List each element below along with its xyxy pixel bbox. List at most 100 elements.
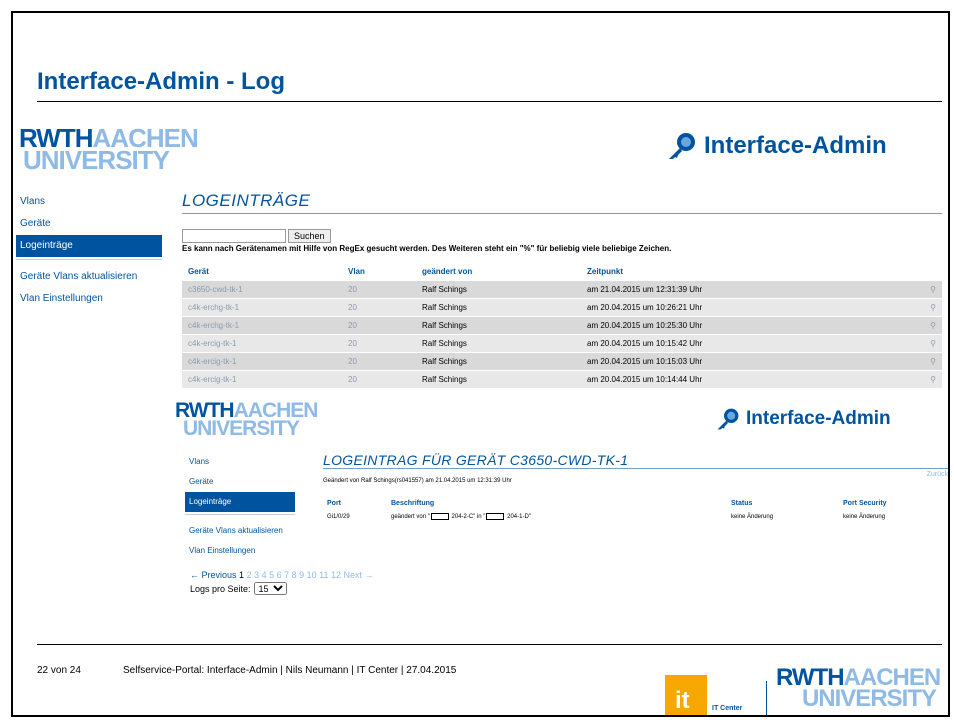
column-header-status: Status bbox=[731, 500, 753, 507]
zoom-icon[interactable]: ⚲ bbox=[912, 370, 942, 389]
slide-title: Interface-Admin - Log bbox=[37, 68, 286, 95]
rwth-logo: RWTHAACHEN UNIVERSITY bbox=[776, 664, 941, 712]
cell-geraet[interactable]: c4k-ercig-tk-1 bbox=[182, 334, 342, 353]
cell-geaendert-von: Ralf Schings bbox=[416, 316, 581, 335]
detail-heading: LOGEINTRAG FÜR GERÄT C3650-CWD-TK-1 bbox=[323, 452, 629, 468]
search-button[interactable]: Suchen bbox=[288, 229, 331, 243]
cell-zeitpunkt: am 21.04.2015 um 12:31:39 Uhr bbox=[581, 280, 912, 299]
cell-geraet[interactable]: c3650-cwd-tk-1 bbox=[182, 280, 342, 299]
redaction-box bbox=[486, 513, 505, 520]
cell-vlan: 20 bbox=[342, 370, 416, 389]
footer-rule bbox=[37, 644, 942, 645]
redaction-box bbox=[430, 513, 449, 520]
rwth-logo: RWTHAACHEN UNIVERSITY bbox=[175, 399, 318, 441]
cell-port-security: keine Änderung bbox=[843, 513, 886, 520]
app-header: Interface-Admin bbox=[666, 131, 887, 161]
heading-rule bbox=[182, 213, 942, 214]
sidebar: Vlans Geräte Logeinträge Geräte Vlans ak… bbox=[185, 452, 295, 561]
column-header-zoom bbox=[912, 263, 942, 281]
column-header-vlan[interactable]: Vlan bbox=[342, 263, 416, 281]
page-links[interactable]: 2 3 4 5 6 7 8 9 10 11 12 bbox=[247, 570, 341, 580]
app-title: Interface-Admin bbox=[746, 408, 891, 429]
nav-divider bbox=[16, 259, 162, 260]
column-header-port-security: Port Security bbox=[843, 500, 887, 507]
page-number: 22 von 24 bbox=[37, 665, 81, 676]
detail-table: Port Beschriftung Status Port Security G… bbox=[323, 498, 948, 524]
app-header: Interface-Admin bbox=[715, 407, 891, 431]
cell-geaendert-von: Ralf Schings bbox=[416, 298, 581, 317]
cell-geaendert-von: Ralf Schings bbox=[416, 370, 581, 389]
nav-logeintraege[interactable]: Logeinträge bbox=[185, 492, 295, 512]
cell-zeitpunkt: am 20.04.2015 um 10:14:44 Uhr bbox=[581, 370, 912, 389]
cell-geaendert-von: Ralf Schings bbox=[416, 280, 581, 299]
zoom-icon[interactable]: ⚲ bbox=[912, 298, 942, 317]
cell-vlan: 20 bbox=[342, 316, 416, 335]
nav-logeintraege[interactable]: Logeinträge bbox=[16, 235, 162, 257]
nav-vlan-einstellungen[interactable]: Vlan Einstellungen bbox=[16, 288, 162, 310]
per-page-row: Logs pro Seite: 15 bbox=[190, 582, 287, 595]
cell-zeitpunkt: am 20.04.2015 um 10:15:42 Uhr bbox=[581, 334, 912, 353]
zoom-icon[interactable]: ⚲ bbox=[912, 280, 942, 299]
column-header-zeitpunkt[interactable]: Zeitpunkt bbox=[581, 263, 912, 281]
table-row[interactable]: c3650-cwd-tk-1 20 Ralf Schings am 21.04.… bbox=[182, 280, 942, 299]
cell-zeitpunkt: am 20.04.2015 um 10:15:03 Uhr bbox=[581, 352, 912, 371]
cell-vlan: 20 bbox=[342, 334, 416, 353]
per-page-label: Logs pro Seite: bbox=[190, 583, 251, 594]
current-page: 1 bbox=[239, 570, 245, 580]
table-row[interactable]: c4k-ercig-tk-1 20 Ralf Schings am 20.04.… bbox=[182, 352, 942, 371]
pagination: ← Previous 1 2 3 4 5 6 7 8 9 10 11 12 Ne… bbox=[190, 570, 374, 580]
cell-zeitpunkt: am 20.04.2015 um 10:26:21 Uhr bbox=[581, 298, 912, 317]
log-table: Gerät Vlan geändert von Zeitpunkt c3650-… bbox=[182, 263, 942, 389]
heading-rule bbox=[323, 468, 948, 469]
search-row: Suchen bbox=[182, 229, 331, 243]
cell-vlan: 20 bbox=[342, 280, 416, 299]
column-header-port: Port bbox=[327, 500, 341, 507]
table-row[interactable]: c4k-erchg-tk-1 20 Ralf Schings am 20.04.… bbox=[182, 316, 942, 335]
log-list-screenshot: RWTHAACHEN UNIVERSITY Interface-Admin Vl… bbox=[16, 121, 947, 401]
cell-vlan: 20 bbox=[342, 352, 416, 371]
nav-vlan-einstellungen[interactable]: Vlan Einstellungen bbox=[185, 541, 295, 561]
log-heading: LOGEINTRÄGE bbox=[182, 191, 311, 210]
key-icon bbox=[717, 408, 739, 430]
table-row[interactable]: c4k-erchg-tk-1 20 Ralf Schings am 20.04.… bbox=[182, 298, 942, 317]
nav-vlans[interactable]: Vlans bbox=[16, 191, 162, 213]
column-header-beschriftung: Beschriftung bbox=[391, 500, 435, 507]
rwth-logo: RWTHAACHEN UNIVERSITY bbox=[19, 123, 199, 176]
zoom-icon[interactable]: ⚲ bbox=[912, 316, 942, 335]
table-row[interactable]: c4k-ercig-tk-1 20 Ralf Schings am 20.04.… bbox=[182, 334, 942, 353]
cell-status: keine Änderung bbox=[731, 513, 774, 520]
footer-caption: Selfservice-Portal: Interface-Admin | Ni… bbox=[123, 665, 457, 676]
it-center-logo: it bbox=[665, 675, 707, 715]
zoom-icon[interactable]: ⚲ bbox=[912, 352, 942, 371]
search-input[interactable] bbox=[182, 229, 286, 243]
changed-by-text: Geändert von Ralf Schings(rs041557) am 2… bbox=[323, 478, 512, 484]
cell-zeitpunkt: am 20.04.2015 um 10:25:30 Uhr bbox=[581, 316, 912, 335]
nav-geraete-vlans-aktualisieren[interactable]: Geräte Vlans aktualisieren bbox=[16, 266, 162, 288]
column-header-geraet[interactable]: Gerät bbox=[182, 263, 342, 281]
column-header-geaendert-von[interactable]: geändert von bbox=[416, 263, 581, 281]
nav-geraete[interactable]: Geräte bbox=[185, 472, 295, 492]
cell-vlan: 20 bbox=[342, 298, 416, 317]
sidebar: Vlans Geräte Logeinträge Geräte Vlans ak… bbox=[16, 191, 162, 310]
per-page-select[interactable]: 15 bbox=[253, 582, 287, 595]
nav-geraete[interactable]: Geräte bbox=[16, 213, 162, 235]
cell-geraet[interactable]: c4k-erchg-tk-1 bbox=[182, 316, 342, 335]
app-title: Interface-Admin bbox=[704, 132, 887, 159]
regex-note: Es kann nach Gerätenamen mit Hilfe von R… bbox=[182, 244, 672, 253]
key-icon bbox=[669, 133, 695, 159]
cell-port: Gi1/0/29 bbox=[327, 513, 350, 520]
title-rule bbox=[37, 101, 942, 102]
cell-geaendert-von: Ralf Schings bbox=[416, 352, 581, 371]
next-link[interactable]: Next → bbox=[344, 570, 374, 580]
previous-link[interactable]: ← Previous bbox=[190, 570, 237, 580]
nav-geraete-vlans-aktualisieren[interactable]: Geräte Vlans aktualisieren bbox=[185, 521, 295, 541]
cell-geraet[interactable]: c4k-ercig-tk-1 bbox=[182, 370, 342, 389]
table-row[interactable]: c4k-ercig-tk-1 20 Ralf Schings am 20.04.… bbox=[182, 370, 942, 389]
back-link[interactable]: Zurück bbox=[927, 471, 948, 478]
nav-vlans[interactable]: Vlans bbox=[185, 452, 295, 472]
cell-geraet[interactable]: c4k-erchg-tk-1 bbox=[182, 298, 342, 317]
nav-divider bbox=[185, 514, 295, 515]
zoom-icon[interactable]: ⚲ bbox=[912, 334, 942, 353]
cell-geraet[interactable]: c4k-ercig-tk-1 bbox=[182, 352, 342, 371]
cell-geaendert-von: Ralf Schings bbox=[416, 334, 581, 353]
